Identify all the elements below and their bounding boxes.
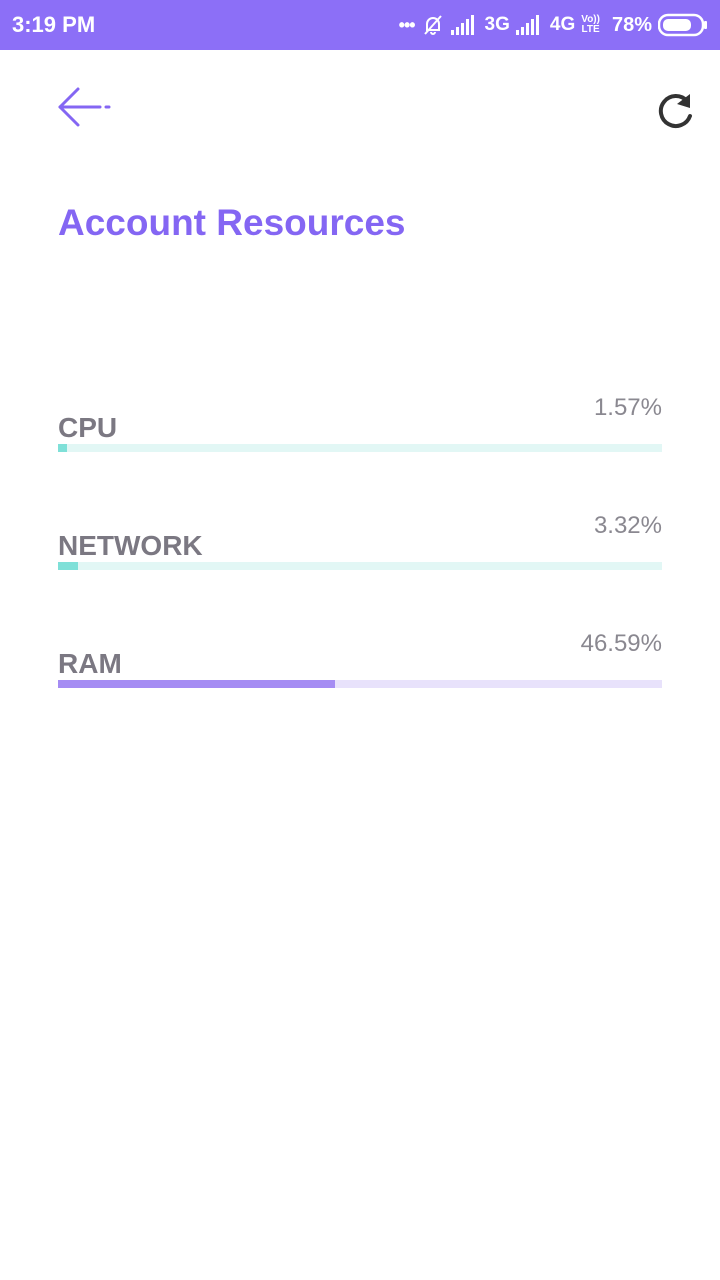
more-notifications-icon: ••• [398, 14, 416, 35]
volte-icon: Vo)) LTE [581, 15, 600, 35]
battery-icon [658, 13, 708, 37]
arrow-left-icon [58, 87, 111, 127]
refresh-button[interactable] [654, 90, 698, 134]
status-icons: ••• 3G 4G Vo)) LTE 78% [399, 13, 708, 37]
usage-bar-fill [58, 562, 78, 570]
resource-ram: RAM 46.59% [58, 630, 662, 688]
signal-icon-1 [450, 14, 479, 36]
resource-label: NETWORK [58, 530, 203, 561]
network-type-3g: 3G [484, 14, 510, 35]
battery-percent: 78% [611, 13, 652, 36]
usage-bar-fill [58, 680, 335, 688]
resource-value: 46.59% [580, 630, 662, 657]
resource-cpu: CPU 1.57% [58, 394, 662, 452]
volte-bottom: LTE [581, 24, 600, 35]
status-bar: 3:19 PM ••• 3G 4G Vo)) LTE 78% [0, 0, 720, 50]
resource-network: NETWORK 3.32% [58, 512, 662, 570]
resource-value: 3.32% [593, 512, 662, 539]
refresh-icon [658, 94, 692, 129]
usage-bar-fill [58, 444, 67, 452]
resource-label: CPU [58, 412, 118, 443]
bell-off-icon [421, 13, 445, 37]
usage-bar-track [58, 444, 662, 452]
usage-bar-track [58, 680, 662, 688]
network-type-4g: 4G [549, 14, 576, 35]
resource-label: RAM [58, 648, 122, 679]
resource-value: 1.57% [593, 394, 662, 421]
back-button[interactable] [56, 84, 116, 130]
page-title: Account Resources [58, 202, 406, 243]
status-time: 3:19 PM [12, 12, 96, 37]
signal-icon-2 [515, 14, 544, 36]
usage-bar-track [58, 562, 662, 570]
